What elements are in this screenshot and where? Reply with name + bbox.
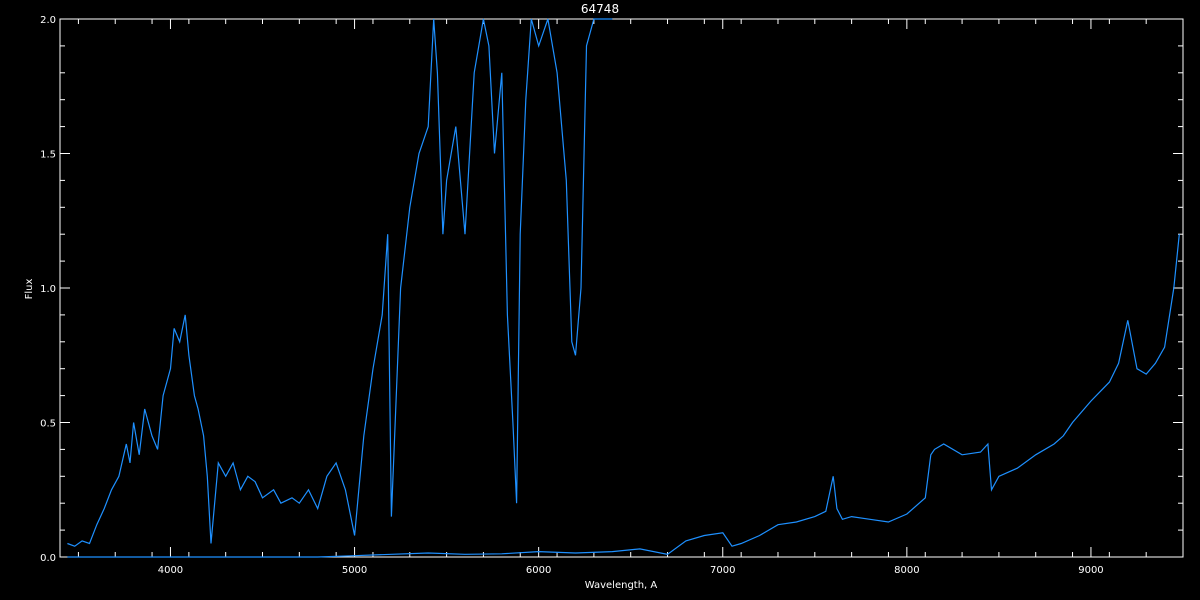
spectrum-chart: 64748 4000 5000 6000 7000 8000 9000 0.0 0.5 1.0 1…	[24, 2, 1184, 591]
spectrum-series-2	[67, 234, 1180, 558]
x-tick-label: 5000	[342, 565, 367, 576]
y-tick-label: 2.0	[40, 15, 56, 26]
x-tick-label: 4000	[158, 565, 183, 576]
y-tick-label: 1.0	[40, 284, 56, 295]
y-tick-label: 0.0	[40, 553, 56, 564]
x-axis-label: Wavelength, A	[585, 580, 658, 591]
y-axis-label: Flux	[24, 279, 35, 300]
x-tick-label: 6000	[526, 565, 551, 576]
series-layer	[67, 18, 1180, 558]
x-tick-label: 7000	[710, 565, 735, 576]
y-tick-label: 1.5	[40, 150, 56, 161]
axis-ticks: 4000 5000 6000 7000 8000 9000 0.0 0.5 1.0 1.5 2.0	[40, 15, 1184, 576]
plot-frame	[59, 18, 1184, 558]
spectrum-series-1	[67, 18, 613, 547]
y-tick-label: 0.5	[40, 419, 56, 430]
x-tick-label: 8000	[894, 565, 919, 576]
chart-title: 64748	[581, 2, 619, 16]
x-tick-label: 9000	[1078, 565, 1103, 576]
